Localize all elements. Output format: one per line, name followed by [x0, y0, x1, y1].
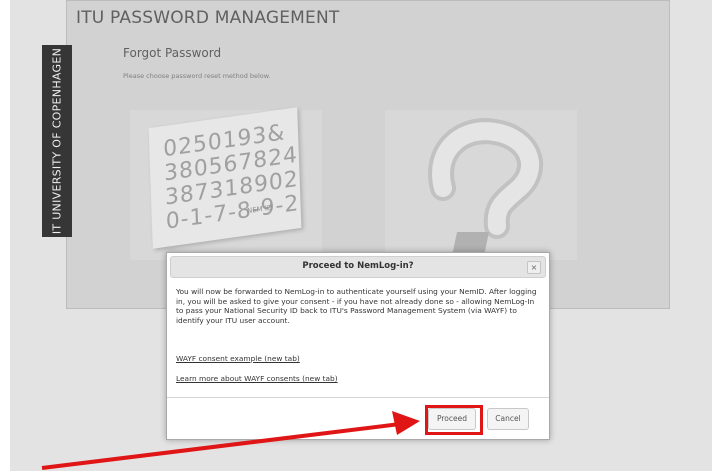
wayf-consent-example-link[interactable]: WAYF consent example (new tab)	[176, 354, 300, 363]
cancel-button[interactable]: Cancel	[487, 408, 529, 430]
nemlogin-dialog: Proceed to NemLog-in? × You will now be …	[166, 252, 550, 440]
dialog-title: Proceed to NemLog-in?	[302, 261, 414, 271]
proceed-highlight-box	[425, 405, 483, 435]
dialog-button-divider	[167, 397, 549, 398]
wayf-learn-more-link[interactable]: Learn more about WAYF consents (new tab)	[176, 374, 338, 383]
dialog-message: You will now be forwarded to NemLog-in t…	[176, 287, 537, 325]
dialog-titlebar: Proceed to NemLog-in? ×	[170, 256, 546, 278]
close-icon[interactable]: ×	[527, 261, 541, 274]
